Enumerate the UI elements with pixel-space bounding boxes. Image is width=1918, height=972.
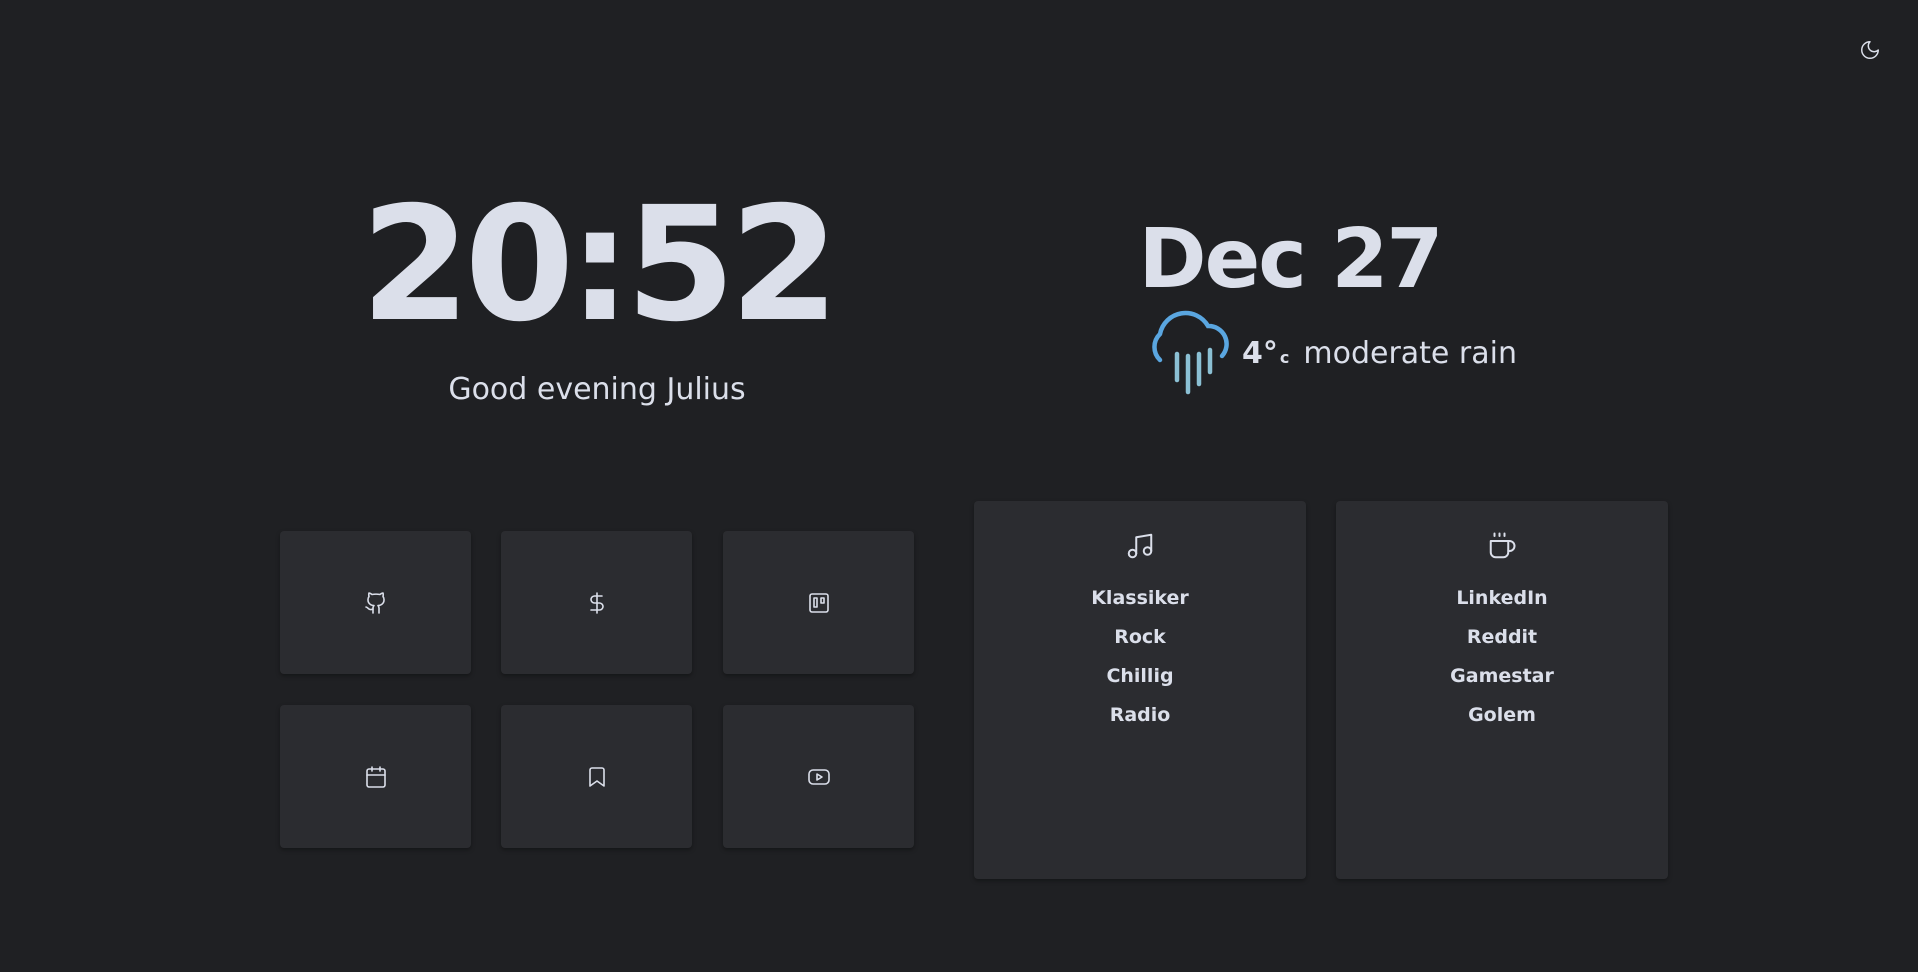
github-tile[interactable] [280,531,471,674]
news-links-card: LinkedIn Reddit Gamestar Golem [1336,501,1668,879]
trello-tile[interactable] [723,531,914,674]
coffee-cup-icon [1489,532,1516,559]
music-note-icon [1127,533,1153,559]
news-link-golem[interactable]: Golem [1336,696,1668,735]
rain-cloud-icon [1152,310,1229,395]
finance-tile[interactable] [501,531,692,674]
temperature-value: 4° [1242,335,1278,371]
dollar-icon [589,591,604,614]
greeting-text: Good evening Julius [448,372,746,407]
youtube-icon [807,768,830,785]
temperature: 4° c [1242,336,1289,371]
news-links-list: LinkedIn Reddit Gamestar Golem [1336,579,1668,735]
music-link-klassiker[interactable]: Klassiker [974,579,1306,618]
news-link-gamestar[interactable]: Gamestar [1336,657,1668,696]
moon-icon [1861,41,1879,59]
music-links-list: Klassiker Rock Chillig Radio [974,579,1306,735]
theme-toggle-button[interactable] [1856,36,1884,64]
date-label: Dec 27 [1138,212,1444,307]
music-link-radio[interactable]: Radio [974,696,1306,735]
bookmark-tile[interactable] [501,705,692,848]
date-section: Dec 27 [1100,210,1540,310]
clock-time: 20:52 [360,173,840,357]
news-link-linkedin[interactable]: LinkedIn [1336,579,1668,618]
clock-section: 20:52 Good evening Julius [280,180,914,408]
calendar-tile[interactable] [280,705,471,848]
github-icon [364,591,385,614]
news-link-reddit[interactable]: Reddit [1336,618,1668,657]
music-link-rock[interactable]: Rock [974,618,1306,657]
music-links-card: Klassiker Rock Chillig Radio [974,501,1306,879]
trello-icon [808,592,829,613]
youtube-tile[interactable] [723,705,914,848]
weather-widget: 4° c moderate rain [1146,310,1517,396]
music-link-chillig[interactable]: Chillig [974,657,1306,696]
temperature-unit: c [1279,347,1290,367]
bookmark-icon [588,766,605,787]
calendar-icon [365,765,386,788]
weather-condition: moderate rain [1303,335,1517,371]
